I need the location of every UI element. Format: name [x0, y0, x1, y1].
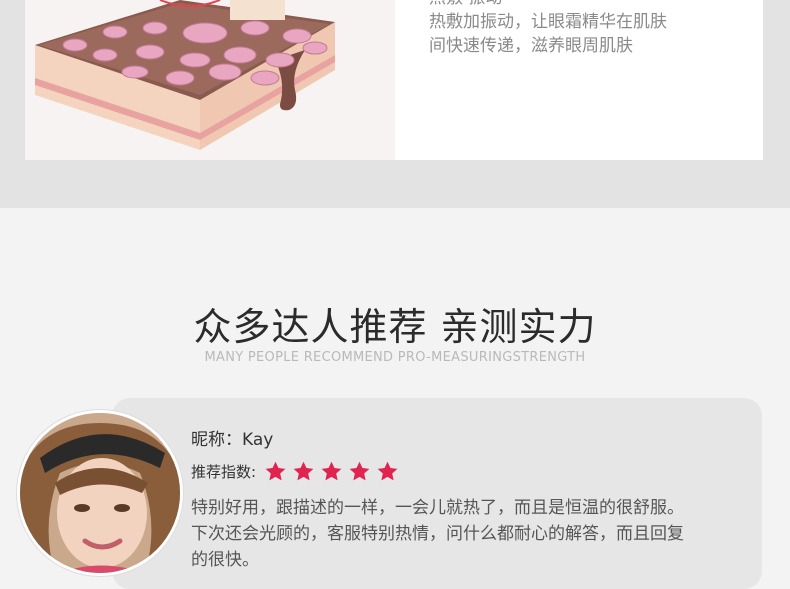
rating-label: 推荐指数: [191, 462, 257, 481]
star-icon [377, 461, 398, 480]
section-title: 众多达人推荐 亲测实力 [193, 305, 597, 349]
star-icon [265, 461, 286, 480]
review-text: 特别好用，跟描述的一样，一会儿就热了，而且是恒温的很舒服。 下次还会光顾的，客服… [191, 495, 751, 573]
reviewer-nickname: 昵称：Kay [191, 430, 274, 450]
review-line: 下次还会光顾的，客服特别热情，问什么都耐心的解答，而且回复 [191, 524, 684, 544]
skin-illustration [25, 0, 395, 160]
star-icon [349, 461, 370, 480]
avatar [17, 410, 183, 576]
review-line: 的很快。 [191, 550, 259, 570]
rating-stars [264, 460, 399, 483]
reviewer-photo [20, 413, 180, 573]
star-icon [321, 461, 342, 480]
review-line: 特别好用，跟描述的一样，一会儿就热了，而且是恒温的很舒服。 [191, 498, 684, 518]
feature-line: 间快速传递，滋养眼周肌肤 [429, 36, 633, 56]
skin-layer-illustration [35, 0, 335, 150]
star-icon [293, 461, 314, 480]
feature-description: 热敷·振动 热敷加振动，让眼霜精华在肌肤 间快速传递，滋养眼周肌肤 [429, 0, 749, 58]
rating-row: 推荐指数: [191, 458, 399, 484]
section-subtitle: MANY PEOPLE RECOMMEND PRO-MEASURINGSTREN… [204, 350, 586, 365]
feature-line: 热敷加振动，让眼霜精华在肌肤 [429, 12, 667, 32]
feature-line: 热敷·振动 [429, 0, 749, 10]
